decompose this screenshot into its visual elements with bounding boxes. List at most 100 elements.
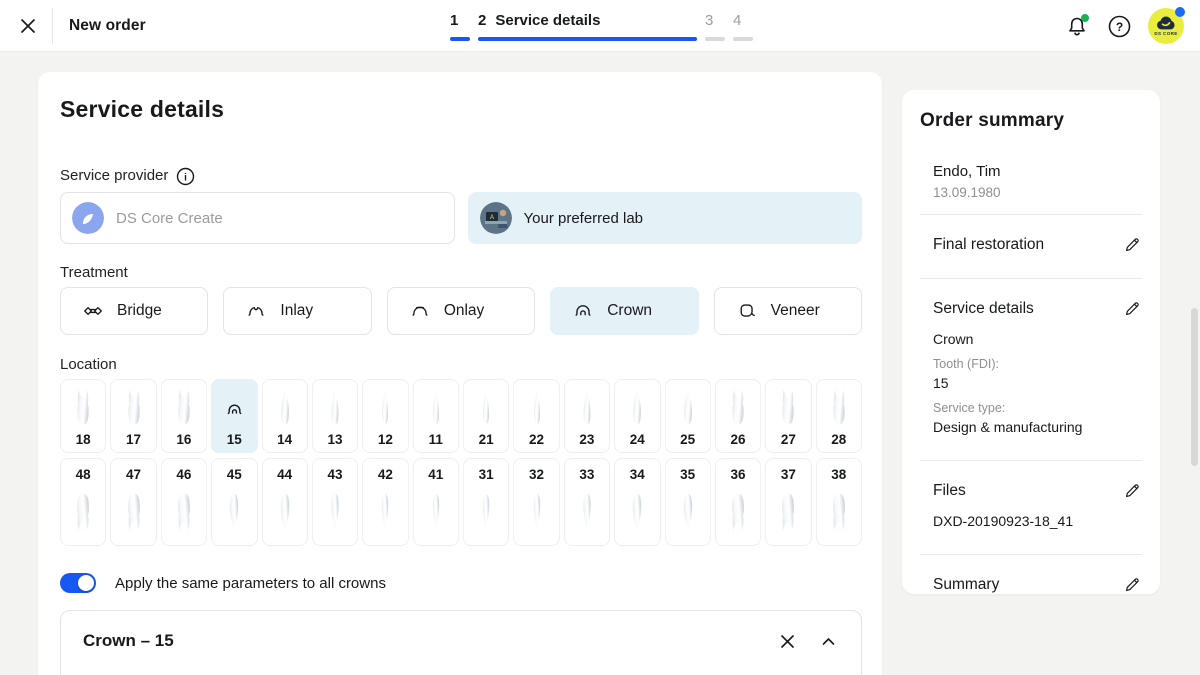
tooth-graphic — [323, 486, 347, 536]
edit-summary-button[interactable] — [1123, 575, 1142, 594]
step-progress-bar — [733, 37, 753, 41]
treatment-crown-button[interactable]: Crown — [550, 287, 698, 335]
tooth-34[interactable]: 34 — [614, 458, 660, 546]
tooth-graphic — [273, 387, 297, 429]
apply-parameters-toggle[interactable] — [60, 573, 96, 593]
crown-icon — [572, 300, 594, 322]
tooth-11[interactable]: 11 — [413, 379, 459, 453]
help-button[interactable]: ? — [1106, 13, 1132, 39]
page-title: New order — [69, 17, 146, 35]
tooth-27[interactable]: 27 — [765, 379, 811, 453]
patient-info: Endo, Tim 13.09.1980 — [920, 162, 1142, 200]
tooth-12[interactable]: 12 — [362, 379, 408, 453]
remove-crown-button[interactable] — [779, 633, 796, 650]
summary-section-files: FilesDXD-20190923-18_41 — [920, 474, 1142, 540]
tooth-37[interactable]: 37 — [765, 458, 811, 546]
tooth-31[interactable]: 31 — [463, 458, 509, 546]
info-icon[interactable]: i — [176, 167, 195, 186]
tooth-23[interactable]: 23 — [564, 379, 610, 453]
tooth-graphic — [222, 486, 246, 536]
pencil-icon — [1123, 575, 1142, 594]
tooth-26[interactable]: 26 — [715, 379, 761, 453]
edit-service-details-button[interactable] — [1123, 299, 1142, 318]
tooth-36[interactable]: 36 — [715, 458, 761, 546]
collapse-crown-button[interactable] — [820, 633, 837, 650]
tooth-47[interactable]: 47 — [110, 458, 156, 546]
step-progress-bar — [450, 37, 470, 41]
panel-heading: Service details — [60, 95, 862, 123]
step-progress-bar — [478, 37, 697, 41]
tooth-21[interactable]: 21 — [463, 379, 509, 453]
tooth-18[interactable]: 18 — [60, 379, 106, 453]
tooth-16[interactable]: 16 — [161, 379, 207, 453]
step-4[interactable]: 4 — [733, 10, 753, 41]
service-provider-options: DS Core CreateAYour preferred lab — [60, 192, 862, 244]
tooth-graphic — [424, 387, 448, 429]
toggle-label: Apply the same parameters to all crowns — [115, 575, 386, 592]
treatment-bridge-button[interactable]: Bridge — [60, 287, 208, 335]
tooth-graphic — [172, 387, 196, 429]
tooth-32[interactable]: 32 — [513, 458, 559, 546]
teeth-row-upper: 18171615141312112122232425262728 — [60, 379, 862, 453]
tooth-graphic — [625, 486, 649, 536]
pencil-icon — [1123, 481, 1142, 500]
tooth-graphic — [474, 387, 498, 429]
step-3[interactable]: 3 — [705, 10, 725, 41]
tooth-graphic — [373, 387, 397, 429]
tooth-graphic — [776, 486, 800, 536]
step-1[interactable]: 1 — [450, 10, 470, 41]
tooth-graphic — [273, 486, 297, 536]
provider-option-ds-core-create[interactable]: DS Core Create — [60, 192, 455, 244]
divider — [920, 460, 1142, 461]
user-avatar[interactable]: DS CORE — [1148, 8, 1184, 44]
tooth-17[interactable]: 17 — [110, 379, 156, 453]
treatment-label: Treatment — [60, 263, 862, 283]
avatar-label: DS CORE — [1154, 31, 1177, 36]
tooth-25[interactable]: 25 — [665, 379, 711, 453]
tooth-graphic — [373, 486, 397, 536]
treatment-inlay-button[interactable]: Inlay — [223, 287, 371, 335]
tooth-46[interactable]: 46 — [161, 458, 207, 546]
tooth-44[interactable]: 44 — [262, 458, 308, 546]
step-progress-bar — [705, 37, 725, 41]
avatar-status-badge — [1175, 7, 1185, 17]
notifications-button[interactable] — [1064, 13, 1090, 39]
tooth-graphic — [525, 387, 549, 429]
topbar: New order 1 2Service details 34 ? — [0, 0, 1200, 52]
tooth-graphic — [776, 387, 800, 429]
edit-files-button[interactable] — [1123, 481, 1142, 500]
scrollbar-thumb[interactable] — [1191, 308, 1198, 466]
veneer-icon — [736, 300, 758, 322]
tooth-15[interactable]: 15 — [211, 379, 257, 453]
tooth-graphic — [625, 387, 649, 429]
crown-15-panel: Crown – 15 — [60, 610, 862, 675]
tooth-43[interactable]: 43 — [312, 458, 358, 546]
tooth-graphic — [726, 486, 750, 536]
patient-dob: 13.09.1980 — [933, 185, 1142, 200]
treatment-veneer-button[interactable]: Veneer — [714, 287, 862, 335]
treatment-onlay-button[interactable]: Onlay — [387, 287, 535, 335]
tooth-41[interactable]: 41 — [413, 458, 459, 546]
tooth-28[interactable]: 28 — [816, 379, 862, 453]
teeth-row-lower: 48474645444342413132333435363738 — [60, 458, 862, 546]
chevron-up-icon — [820, 633, 837, 650]
tooth-42[interactable]: 42 — [362, 458, 408, 546]
tooth-38[interactable]: 38 — [816, 458, 862, 546]
edit-final-restoration-button[interactable] — [1123, 235, 1142, 254]
provider-option-your-preferred-lab[interactable]: AYour preferred lab — [468, 192, 863, 244]
close-order-button[interactable] — [18, 16, 38, 36]
step-2[interactable]: 2Service details — [478, 10, 697, 41]
onlay-icon — [409, 300, 431, 322]
tooth-45[interactable]: 45 — [211, 458, 257, 546]
tooth-22[interactable]: 22 — [513, 379, 559, 453]
tooth-48[interactable]: 48 — [60, 458, 106, 546]
tooth-35[interactable]: 35 — [665, 458, 711, 546]
tooth-33[interactable]: 33 — [564, 458, 610, 546]
treatment-options: Bridge Inlay Onlay Crown Veneer — [60, 287, 862, 335]
tooth-13[interactable]: 13 — [312, 379, 358, 453]
pencil-icon — [1123, 299, 1142, 318]
tooth-graphic — [323, 387, 347, 429]
tooth-graphic — [122, 387, 146, 429]
tooth-14[interactable]: 14 — [262, 379, 308, 453]
tooth-24[interactable]: 24 — [614, 379, 660, 453]
